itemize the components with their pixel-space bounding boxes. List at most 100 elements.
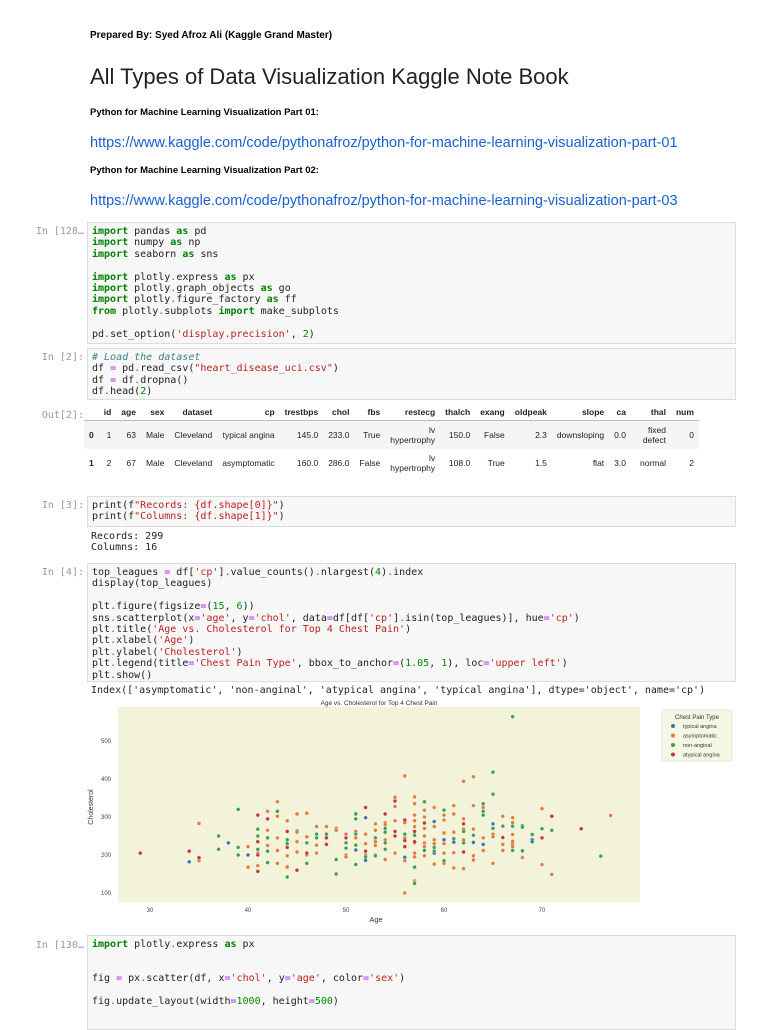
- table-cell: False: [359, 458, 381, 468]
- data-point-atypical-angina: [392, 829, 398, 834]
- data-point-asymptomatic: [314, 824, 319, 829]
- data-point-non-anginal: [500, 824, 505, 829]
- legend-label: atypical angina: [683, 753, 721, 759]
- column-header: ca: [609, 404, 631, 421]
- data-point-asymptomatic: [373, 821, 378, 826]
- data-point-non-anginal: [412, 833, 417, 838]
- data-point-atypical-angina: [343, 835, 349, 840]
- data-point-asymptomatic: [432, 824, 437, 829]
- data-point-asymptomatic: [441, 813, 447, 818]
- table-cell: 0: [84, 420, 99, 449]
- data-point-non-anginal: [304, 861, 309, 866]
- data-point-asymptomatic: [451, 865, 456, 870]
- table-cell: lv hypertrophy: [390, 453, 436, 473]
- cell-prompt: In [3]:: [41, 500, 84, 511]
- data-point-typical-angina: [471, 840, 476, 845]
- data-point-asymptomatic: [314, 851, 319, 856]
- data-point-asymptomatic: [412, 818, 417, 823]
- data-point-asymptomatic: [441, 817, 447, 823]
- data-point-asymptomatic: [245, 844, 251, 849]
- data-point-asymptomatic: [412, 794, 417, 799]
- table-cell: False: [475, 420, 510, 449]
- data-point-asymptomatic: [363, 841, 368, 846]
- data-point-asymptomatic: [412, 801, 417, 806]
- output-line: Records: 299: [91, 531, 164, 542]
- data-point-typical-angina: [402, 855, 407, 860]
- code-cell[interactable]: import pandas as pd import numpy as np imp…: [87, 222, 736, 344]
- x-tick-label: 70: [539, 908, 546, 914]
- data-point-typical-angina: [353, 848, 358, 853]
- data-point-asymptomatic: [294, 839, 300, 844]
- data-point-asymptomatic: [422, 844, 427, 849]
- cell-prompt: In [130…: [35, 940, 84, 951]
- table-cell: 0: [670, 420, 699, 449]
- code-line: import numpy as np: [92, 237, 201, 249]
- data-point-atypical-angina: [138, 851, 143, 856]
- data-point-non-anginal: [334, 857, 339, 862]
- code-line: import plotly.graph_objects as go: [92, 283, 291, 295]
- plot-area: [118, 707, 640, 902]
- column-header: trestbps: [279, 404, 324, 421]
- data-point-non-anginal: [539, 826, 545, 831]
- scatter-chart: Age vs. Cholesterol for Top 4 Chest Pain…: [88, 700, 733, 924]
- part1-link[interactable]: https://www.kaggle.com/code/pythonafroz/…: [90, 135, 678, 151]
- table-cell: fixed defect: [630, 420, 671, 449]
- table-cell: typical angina: [217, 420, 280, 449]
- column-header: dataset: [169, 404, 218, 421]
- legend-label: asymptomatic: [683, 734, 717, 740]
- table-cell: asymptomatic: [222, 458, 275, 468]
- data-point-atypical-angina: [255, 852, 260, 858]
- data-point-asymptomatic: [392, 851, 398, 856]
- y-tick-label: 200: [101, 853, 112, 859]
- data-point-atypical-angina: [392, 833, 398, 839]
- data-point-asymptomatic: [373, 843, 378, 848]
- data-point-asymptomatic: [343, 832, 349, 837]
- x-tick-label: 30: [147, 908, 154, 914]
- data-point-typical-angina: [481, 842, 486, 847]
- data-point-non-anginal: [353, 832, 358, 837]
- data-point-non-anginal: [314, 832, 319, 837]
- table-cell: 1: [98, 420, 117, 449]
- code-line: plt.xlabel('Age'): [92, 635, 195, 647]
- data-point-asymptomatic: [275, 848, 280, 853]
- data-point-non-anginal: [432, 849, 437, 854]
- code-line: df = df.dropna(): [92, 374, 189, 386]
- code-cell[interactable]: print(f"Records: {df.shape[0]}") print(f"…: [87, 496, 736, 527]
- code-line: from plotly.subplots import make_subplot…: [92, 305, 339, 317]
- table-cell: Cleveland: [174, 458, 213, 468]
- cell-prompt: In [2]:: [41, 352, 84, 363]
- data-point-non-anginal: [598, 854, 603, 859]
- table-cell: 0.0: [609, 420, 631, 449]
- table-cell: normal: [640, 458, 666, 468]
- data-point-non-anginal: [432, 845, 437, 850]
- data-point-asymptomatic: [324, 824, 329, 829]
- code-line: # Load the dataset: [92, 352, 201, 363]
- data-point-non-anginal: [451, 836, 456, 841]
- code-cell[interactable]: top_leagues = df['cp'].value_counts().nl…: [87, 563, 736, 682]
- data-point-non-anginal: [481, 801, 486, 806]
- data-point-asymptomatic: [422, 853, 427, 858]
- code-line: import plotly.express as px: [92, 271, 255, 283]
- data-point-asymptomatic: [422, 833, 427, 839]
- data-point-asymptomatic: [451, 830, 456, 835]
- data-point-non-anginal: [236, 845, 241, 850]
- data-point-asymptomatic: [265, 828, 270, 833]
- table-row: 1 2 67 Male Cleveland asymptomatic 160.0 286.0 F…: [84, 449, 699, 477]
- part2-link[interactable]: https://www.kaggle.com/code/pythonafroz/…: [90, 193, 678, 209]
- data-point-non-anginal: [422, 799, 427, 804]
- output-line: Columns: 16: [91, 542, 158, 554]
- data-point-asymptomatic: [245, 865, 251, 870]
- data-point-non-anginal: [490, 770, 496, 775]
- code-cell[interactable]: # Load the dataset df = pd.read_csv("hear…: [87, 348, 736, 400]
- data-point-typical-angina: [245, 852, 251, 858]
- data-point-asymptomatic: [432, 837, 437, 842]
- data-point-non-anginal: [510, 848, 515, 853]
- column-header: [84, 404, 99, 421]
- data-point-asymptomatic: [294, 830, 300, 835]
- code-cell[interactable]: import plotly.express as px fig = px.scat…: [87, 935, 736, 1030]
- y-tick-label: 300: [101, 815, 112, 821]
- data-point-non-anginal: [461, 829, 466, 834]
